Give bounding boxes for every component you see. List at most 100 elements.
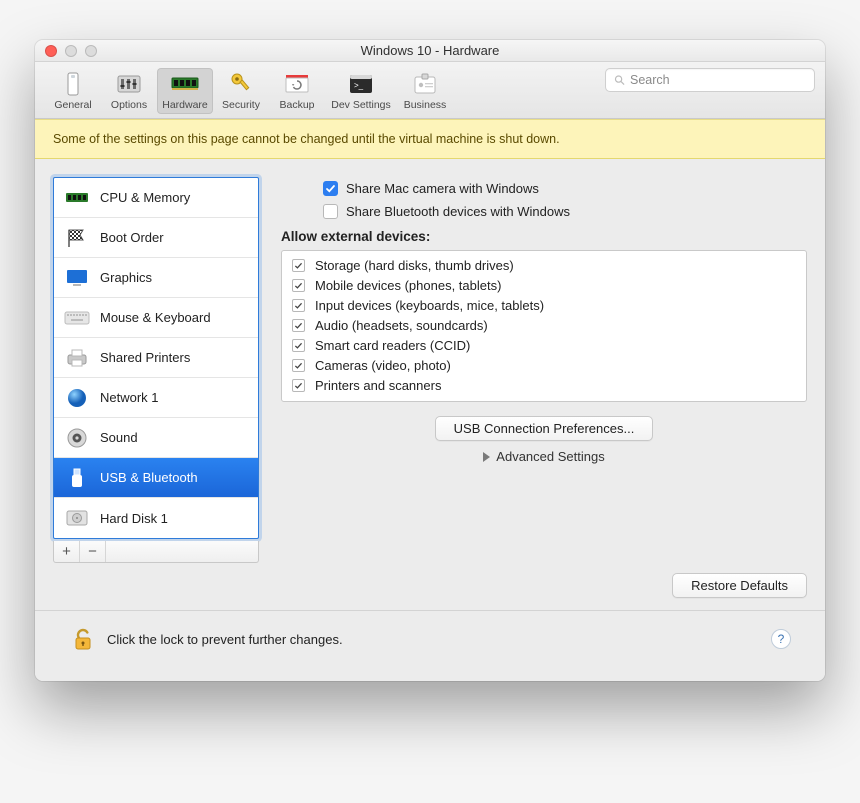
options-icon bbox=[114, 70, 144, 98]
sidebar-item-label: Graphics bbox=[100, 270, 152, 285]
printer-icon bbox=[64, 345, 90, 371]
device-label: Mobile devices (phones, tablets) bbox=[315, 278, 501, 293]
toolbar-item-dev-settings[interactable]: >_ Dev Settings bbox=[325, 68, 397, 114]
hdd-icon bbox=[64, 505, 90, 531]
svg-text:>_: >_ bbox=[354, 81, 364, 90]
device-row-smartcard[interactable]: Smart card readers (CCID) bbox=[292, 335, 796, 355]
globe-icon bbox=[64, 385, 90, 411]
search-field[interactable] bbox=[605, 68, 815, 92]
close-window-button[interactable] bbox=[45, 45, 57, 57]
sidebar-item-label: Mouse & Keyboard bbox=[100, 310, 211, 325]
search-icon bbox=[614, 74, 625, 86]
device-row-printers[interactable]: Printers and scanners bbox=[292, 375, 796, 395]
toolbar-item-label: Dev Settings bbox=[331, 99, 391, 111]
sidebar-item-label: Hard Disk 1 bbox=[100, 511, 168, 526]
external-devices-list: Storage (hard disks, thumb drives) Mobil… bbox=[281, 250, 807, 402]
device-checkbox[interactable] bbox=[292, 259, 305, 272]
sidebar-item-label: USB & Bluetooth bbox=[100, 470, 198, 485]
toolbar-item-options[interactable]: Options bbox=[101, 68, 157, 114]
sidebar-item-boot-order[interactable]: Boot Order bbox=[54, 218, 258, 258]
device-checkbox[interactable] bbox=[292, 339, 305, 352]
toolbar-item-general[interactable]: General bbox=[45, 68, 101, 114]
toolbar-item-label: Backup bbox=[279, 99, 314, 111]
sidebar-item-hard-disk-1[interactable]: Hard Disk 1 bbox=[54, 498, 258, 538]
hardware-icon bbox=[170, 70, 200, 98]
device-checkbox[interactable] bbox=[292, 299, 305, 312]
speaker-icon bbox=[64, 425, 90, 451]
device-label: Audio (headsets, soundcards) bbox=[315, 318, 488, 333]
share-bluetooth-label: Share Bluetooth devices with Windows bbox=[346, 204, 570, 219]
toolbar-item-business[interactable]: Business bbox=[397, 68, 453, 114]
device-checkbox[interactable] bbox=[292, 319, 305, 332]
device-checkbox[interactable] bbox=[292, 279, 305, 292]
sidebar-item-label: Sound bbox=[100, 430, 138, 445]
toolbar: General Options Hardware Security bbox=[35, 62, 825, 119]
preferences-window: Windows 10 - Hardware General Options Ha… bbox=[35, 40, 825, 681]
sidebar-item-cpu-memory[interactable]: CPU & Memory bbox=[54, 178, 258, 218]
toolbar-item-label: Options bbox=[111, 99, 147, 111]
security-key-icon bbox=[226, 70, 256, 98]
disclosure-triangle-icon bbox=[483, 452, 490, 462]
usb-connection-preferences-button[interactable]: USB Connection Preferences... bbox=[435, 416, 654, 441]
advanced-settings-disclosure[interactable]: Advanced Settings bbox=[281, 449, 807, 464]
minimize-window-button[interactable] bbox=[65, 45, 77, 57]
sidebar-item-network-1[interactable]: Network 1 bbox=[54, 378, 258, 418]
share-camera-checkbox[interactable] bbox=[323, 181, 338, 196]
help-button[interactable]: ? bbox=[771, 629, 791, 649]
toolbar-item-label: Hardware bbox=[162, 99, 208, 111]
toolbar-items: General Options Hardware Security bbox=[45, 68, 453, 114]
sidebar-item-graphics[interactable]: Graphics bbox=[54, 258, 258, 298]
share-bluetooth-row[interactable]: Share Bluetooth devices with Windows bbox=[323, 204, 807, 219]
sidebar-item-label: Network 1 bbox=[100, 390, 159, 405]
sidebar-item-usb-bluetooth[interactable]: USB & Bluetooth bbox=[54, 458, 258, 498]
advanced-settings-label: Advanced Settings bbox=[496, 449, 604, 464]
sidebar-add-remove: + − bbox=[53, 541, 259, 563]
toolbar-item-label: Security bbox=[222, 99, 260, 111]
toolbar-item-label: Business bbox=[404, 99, 447, 111]
device-label: Storage (hard disks, thumb drives) bbox=[315, 258, 514, 273]
usb-icon bbox=[64, 465, 90, 491]
search-input[interactable] bbox=[630, 73, 806, 87]
device-row-input[interactable]: Input devices (keyboards, mice, tablets) bbox=[292, 295, 796, 315]
zoom-window-button[interactable] bbox=[85, 45, 97, 57]
id-badge-icon bbox=[410, 70, 440, 98]
window-title: Windows 10 - Hardware bbox=[361, 43, 500, 58]
lock-text: Click the lock to prevent further change… bbox=[107, 632, 343, 647]
add-button[interactable]: + bbox=[54, 541, 80, 562]
device-label: Printers and scanners bbox=[315, 378, 441, 393]
toolbar-item-backup[interactable]: Backup bbox=[269, 68, 325, 114]
toolbar-item-hardware[interactable]: Hardware bbox=[157, 68, 213, 114]
general-icon bbox=[58, 70, 88, 98]
keyboard-icon bbox=[64, 305, 90, 331]
sidebar-item-sound[interactable]: Sound bbox=[54, 418, 258, 458]
sidebar-item-mouse-keyboard[interactable]: Mouse & Keyboard bbox=[54, 298, 258, 338]
device-row-audio[interactable]: Audio (headsets, soundcards) bbox=[292, 315, 796, 335]
lock-icon[interactable] bbox=[69, 625, 97, 653]
device-checkbox[interactable] bbox=[292, 379, 305, 392]
chip-icon bbox=[64, 185, 90, 211]
terminal-icon: >_ bbox=[346, 70, 376, 98]
hardware-sidebar: CPU & Memory Boot Order Graphics Mouse &… bbox=[53, 177, 259, 539]
warning-banner: Some of the settings on this page cannot… bbox=[35, 119, 825, 159]
display-icon bbox=[64, 265, 90, 291]
sidebar-item-label: Boot Order bbox=[100, 230, 164, 245]
toolbar-item-label: General bbox=[54, 99, 91, 111]
device-checkbox[interactable] bbox=[292, 359, 305, 372]
device-row-mobile[interactable]: Mobile devices (phones, tablets) bbox=[292, 275, 796, 295]
backup-icon bbox=[282, 70, 312, 98]
allow-external-devices-title: Allow external devices: bbox=[281, 229, 807, 244]
traffic-lights bbox=[45, 45, 97, 57]
share-camera-row[interactable]: Share Mac camera with Windows bbox=[323, 181, 807, 196]
flag-icon bbox=[64, 225, 90, 251]
toolbar-item-security[interactable]: Security bbox=[213, 68, 269, 114]
share-bluetooth-checkbox[interactable] bbox=[323, 204, 338, 219]
device-row-cameras[interactable]: Cameras (video, photo) bbox=[292, 355, 796, 375]
titlebar: Windows 10 - Hardware bbox=[35, 40, 825, 62]
sidebar-item-label: Shared Printers bbox=[100, 350, 190, 365]
device-label: Cameras (video, photo) bbox=[315, 358, 451, 373]
device-row-storage[interactable]: Storage (hard disks, thumb drives) bbox=[292, 255, 796, 275]
sidebar-item-shared-printers[interactable]: Shared Printers bbox=[54, 338, 258, 378]
device-label: Input devices (keyboards, mice, tablets) bbox=[315, 298, 544, 313]
remove-button[interactable]: − bbox=[80, 541, 106, 562]
restore-defaults-button[interactable]: Restore Defaults bbox=[672, 573, 807, 598]
